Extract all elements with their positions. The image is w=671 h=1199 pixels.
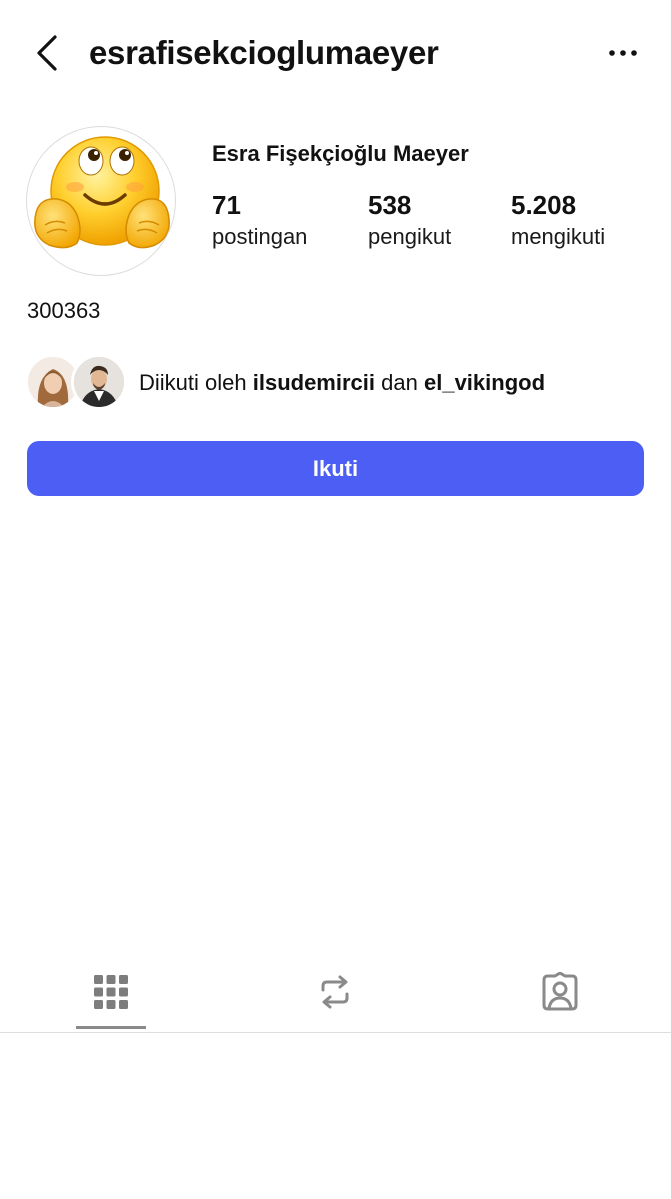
active-tab-indicator — [76, 1026, 146, 1029]
followed-by-prefix: Diikuti oleh — [139, 370, 247, 395]
header-username: esrafisekcioglumaeyer — [89, 34, 439, 71]
stat-followers-label: pengikut — [368, 224, 452, 249]
more-options-button[interactable] — [604, 40, 644, 66]
profile-avatar[interactable] — [26, 126, 176, 276]
stat-posts-label: postingan — [212, 224, 308, 249]
display-name: Esra Fişekçioğlu Maeyer — [212, 141, 469, 166]
stat-following-label: mengikuti — [511, 224, 606, 249]
back-button[interactable] — [28, 32, 68, 74]
stat-posts-value: 71 — [212, 190, 241, 220]
follow-button[interactable]: Ikuti — [27, 441, 644, 496]
stat-posts[interactable]: 71 postingan — [212, 188, 307, 252]
profile-tabs — [0, 958, 671, 1033]
smiley-emoji-icon — [34, 136, 170, 249]
profile-bio: 300363 — [27, 298, 101, 323]
chevron-left-icon — [37, 35, 57, 71]
stat-following-value: 5.208 — [511, 190, 577, 220]
tagged-person-icon — [542, 972, 578, 1011]
followed-by-row[interactable]: Diikuti oleh ilsudemircii dan el_vikingo… — [25, 352, 645, 414]
followed-by-text: Diikuti oleh ilsudemircii dan el_vikingo… — [139, 367, 545, 399]
followed-by-connector: dan — [381, 370, 418, 395]
stat-followers[interactable]: 538 pengikut — [368, 188, 451, 252]
tab-reposts[interactable] — [300, 958, 370, 1030]
grid-icon — [94, 975, 128, 1009]
more-horizontal-icon — [609, 50, 637, 56]
follower-username-2[interactable]: el_vikingod — [424, 370, 545, 395]
stat-following[interactable]: 5.208 mengikuti — [511, 188, 605, 252]
stat-followers-value: 538 — [368, 190, 412, 220]
follower-username-1[interactable]: ilsudemircii — [253, 370, 375, 395]
tab-tagged[interactable] — [525, 958, 595, 1030]
profile-header: esrafisekcioglumaeyer — [0, 0, 671, 106]
tab-posts-grid[interactable] — [76, 958, 146, 1030]
repost-icon — [321, 975, 349, 1009]
follower-avatar-2 — [71, 354, 127, 410]
